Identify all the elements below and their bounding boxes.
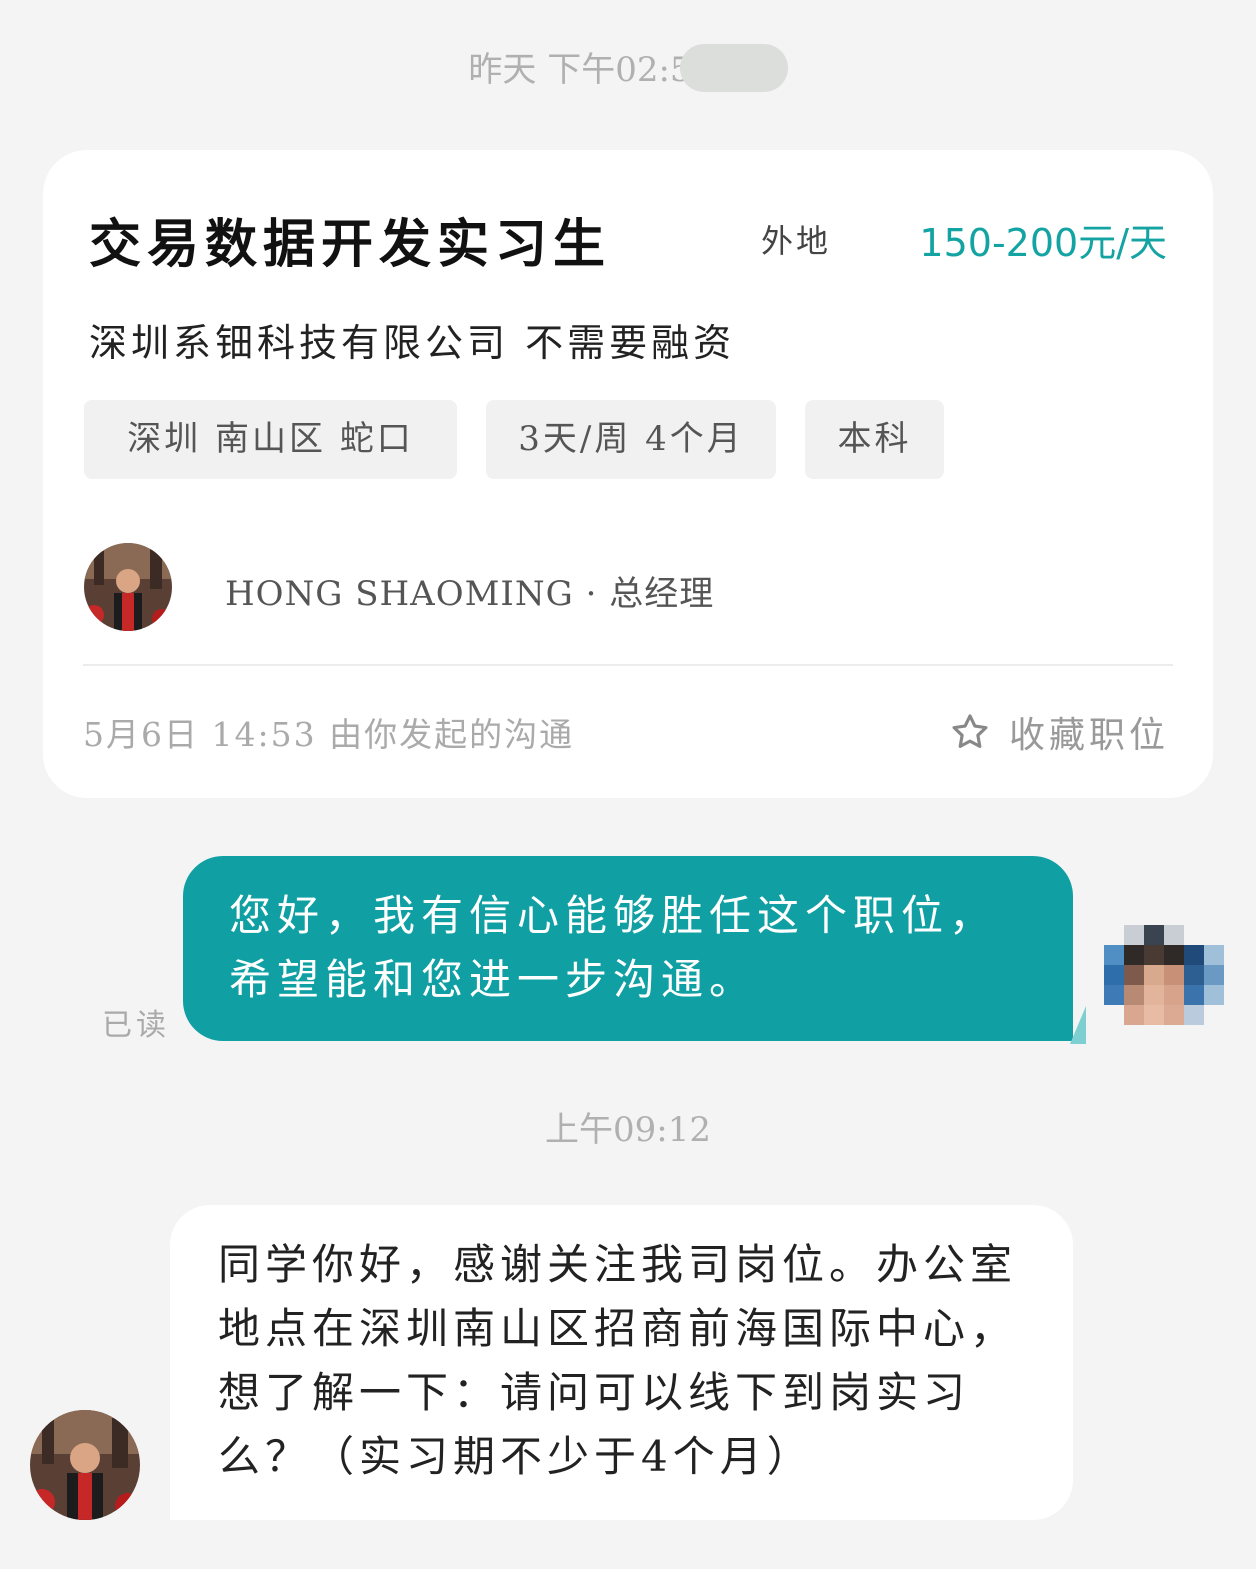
job-title: 交易数据开发实习生 [89, 214, 612, 275]
conversation-origin: 5月6日 14:53 由你发起的沟通 [83, 715, 575, 754]
incoming-message-bubble[interactable]: 同学你好，感谢关注我司岗位。办公室地点在深圳南山区招商前海国际中心，想了解一下：… [170, 1205, 1073, 1520]
recruiter-chat-avatar[interactable] [30, 1410, 140, 1520]
bubble-tail [1070, 1006, 1086, 1044]
redacted-blur [679, 44, 788, 92]
outgoing-message-bubble[interactable]: 您好，我有信心能够胜任这个职位，希望能和您进一步沟通。 [183, 856, 1073, 1041]
job-salary: 150-200元/天 [919, 221, 1167, 265]
recruiter-avatar[interactable] [84, 543, 172, 631]
recruiter-name: HONG SHAOMING · 总经理 [225, 574, 715, 614]
outgoing-message-text: 您好，我有信心能够胜任这个职位，希望能和您进一步沟通。 [229, 891, 998, 1004]
tag-degree: 本科 [805, 400, 944, 479]
company-info: 深圳系钿科技有限公司 不需要融资 [89, 321, 736, 365]
star-outline-icon [952, 714, 988, 748]
timestamp-yesterday: 昨天 下午02:5 [0, 42, 1256, 96]
favorite-label: 收藏职位 [1008, 715, 1169, 756]
timestamp-today: 上午09:12 [545, 1110, 711, 1150]
job-location: 外地 [761, 222, 832, 260]
card-divider [83, 664, 1173, 666]
my-avatar[interactable] [1104, 925, 1224, 1045]
tag-schedule: 3天/周 4个月 [486, 400, 776, 479]
job-card[interactable]: 交易数据开发实习生 外地 150-200元/天 深圳系钿科技有限公司 不需要融资… [43, 150, 1213, 798]
read-status: 已读 [102, 1008, 170, 1043]
favorite-job-button[interactable]: 收藏职位 [949, 706, 1169, 758]
incoming-message-text: 同学你好，感谢关注我司岗位。办公室地点在深圳南山区招商前海国际中心，想了解一下：… [218, 1240, 1018, 1481]
timestamp-text: 昨天 下午02:5 [468, 50, 692, 90]
tag-location: 深圳 南山区 蛇口 [84, 400, 457, 479]
